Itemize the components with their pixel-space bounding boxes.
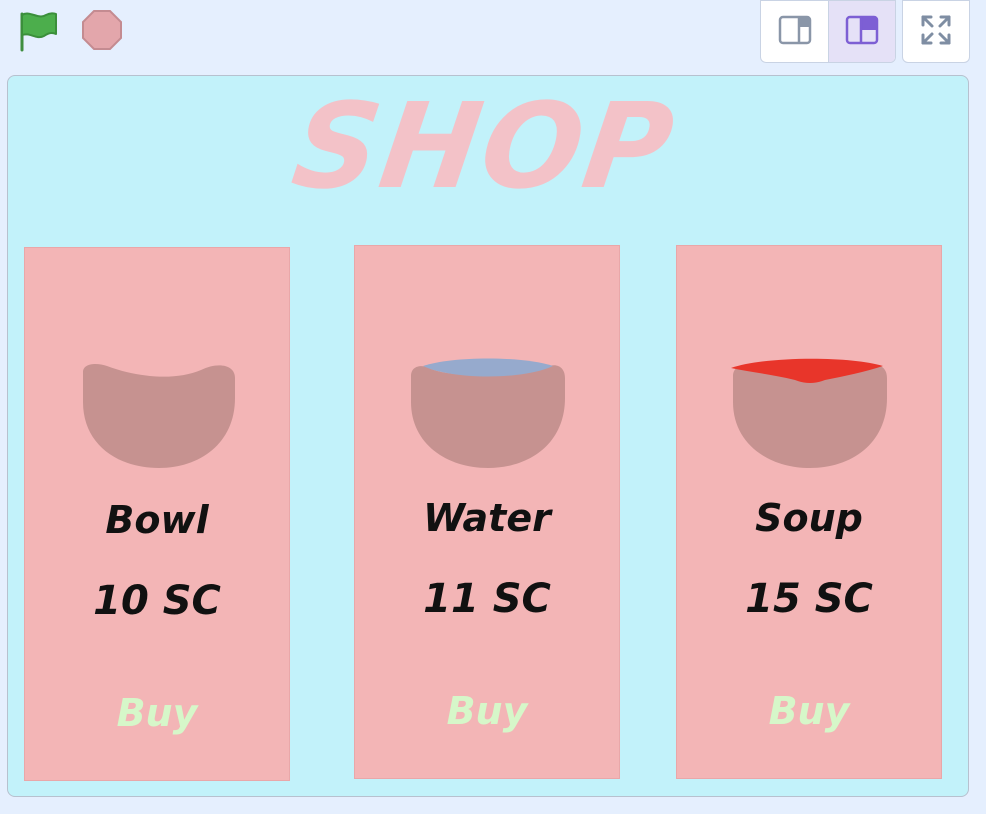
normal-stage-layout-icon [845,15,879,49]
item-price: 10 SC [93,578,221,624]
stage-header [0,0,986,72]
water-bowl-icon [403,356,569,472]
buy-button-soup[interactable]: Buy [677,689,941,733]
small-stage-button[interactable] [761,1,828,62]
green-flag-icon[interactable] [16,10,62,52]
stage-layout-toggle [760,0,896,63]
item-price: 15 SC [745,576,873,622]
item-name: Water [423,496,551,540]
buy-button-bowl[interactable]: Buy [25,691,289,735]
fullscreen-icon [920,14,952,50]
item-name: Bowl [105,498,209,542]
shop-item-card-water: Water 11 SC Buy [354,245,620,779]
stop-sign-icon[interactable] [80,8,124,52]
normal-stage-button[interactable] [828,1,895,62]
small-stage-layout-icon [778,15,812,49]
shop-item-card-bowl: Bowl 10 SC Buy [24,247,290,781]
item-name: Soup [755,496,863,540]
soup-bowl-icon [725,356,891,472]
shop-item-card-soup: Soup 15 SC Buy [676,245,942,779]
item-price: 11 SC [423,576,551,622]
fullscreen-button[interactable] [902,0,970,63]
bowl-icon [73,358,239,474]
stage-canvas[interactable]: SHOP Bowl 10 SC Buy Water 11 SC Buy Soup… [7,75,969,797]
buy-button-water[interactable]: Buy [355,689,619,733]
shop-title: SHOP [285,77,683,215]
